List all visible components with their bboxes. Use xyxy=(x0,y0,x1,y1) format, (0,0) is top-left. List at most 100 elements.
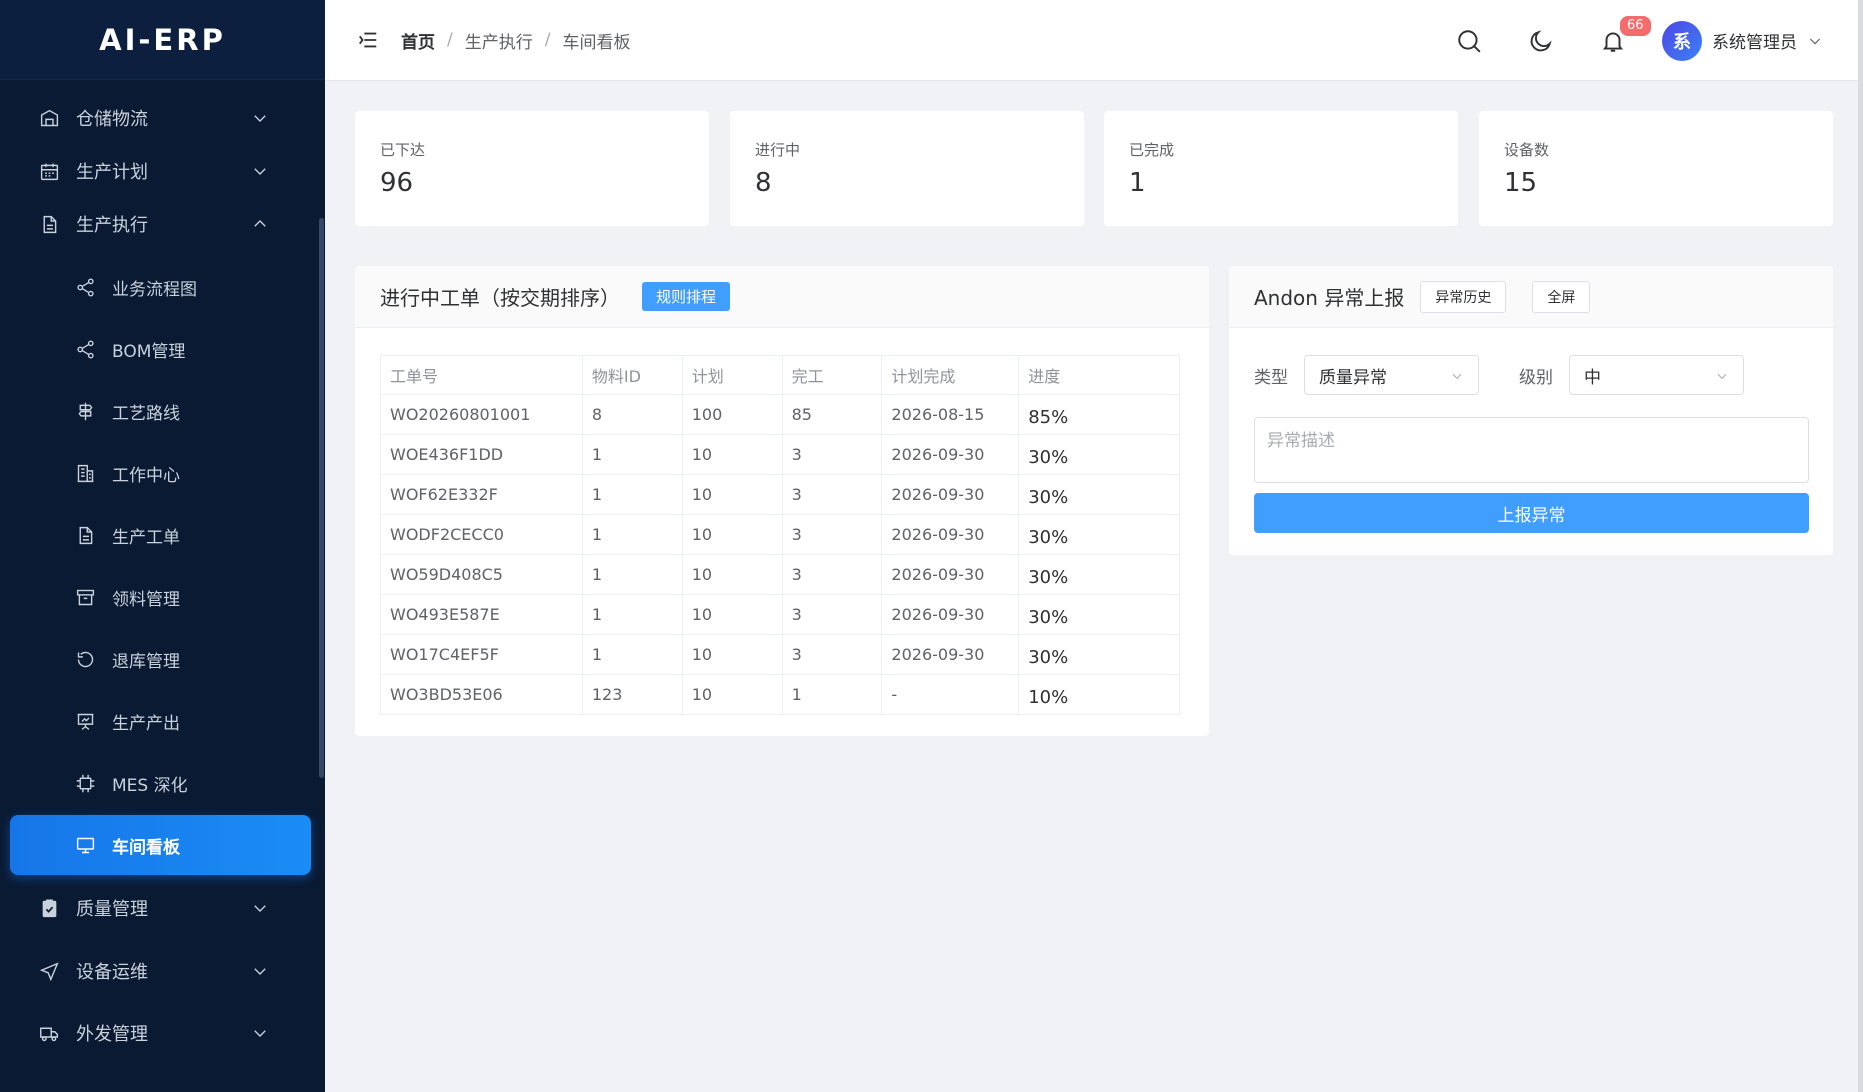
sidebar-item-label: 工作中心 xyxy=(112,465,180,486)
cell-planned-date: - xyxy=(881,674,1020,715)
sidebar-item-label: 生产产出 xyxy=(112,713,180,734)
cell-order-no: WO17C4EF5F xyxy=(380,634,583,675)
sidebar-item-label: 退库管理 xyxy=(112,651,180,672)
menu-fold-icon[interactable] xyxy=(357,29,379,51)
notification-badge: 66 xyxy=(1618,13,1653,38)
cell-planned: 10 xyxy=(681,474,783,515)
chevron-down-icon xyxy=(251,899,269,917)
sidebar-item-material-issue[interactable]: 领料管理 xyxy=(0,566,325,628)
work-orders-table: 工单号 物料ID 计划 完工 计划完成 进度 WO20260801001 8 1… xyxy=(380,355,1180,715)
sidebar-item-quality[interactable]: 质量管理 xyxy=(0,877,325,939)
sidebar-item-routing[interactable]: 工艺路线 xyxy=(0,380,325,442)
share-icon xyxy=(74,338,96,360)
stat-label: 已完成 xyxy=(1129,141,1175,159)
table-row[interactable]: WODF2CECC0 1 10 3 2026-09-30 30% xyxy=(380,514,1180,555)
cell-material-id: 8 xyxy=(581,394,683,435)
chevron-down-icon xyxy=(251,962,269,980)
cell-material-id: 1 xyxy=(581,474,683,515)
page-scrollbar[interactable] xyxy=(1858,0,1863,1092)
stat-card-completed: 已完成 1 xyxy=(1104,111,1458,226)
stat-value: 1 xyxy=(1129,168,1146,198)
cpu-icon xyxy=(74,772,96,794)
fullscreen-button[interactable]: 全屏 xyxy=(1532,280,1591,313)
cell-planned: 10 xyxy=(681,514,783,555)
table-row[interactable]: WOF62E332F 1 10 3 2026-09-30 30% xyxy=(380,474,1180,515)
sidebar-item-outsourcing[interactable]: 外发管理 xyxy=(0,1002,325,1064)
cell-order-no: WOE436F1DD xyxy=(380,434,583,475)
level-select[interactable]: 中 xyxy=(1569,355,1744,395)
type-label: 类型 xyxy=(1254,367,1288,388)
cell-planned: 10 xyxy=(681,634,783,675)
sidebar-item-label: 生产工单 xyxy=(112,527,180,548)
navigation-icon xyxy=(38,960,60,982)
rule-schedule-button[interactable]: 规则排程 xyxy=(642,282,731,311)
sidebar-item-label: 生产计划 xyxy=(76,162,148,183)
sidebar: AI-ERP 仓储物流 生产计划 生产执行 业务流程图 BOM管理 工艺路线 工… xyxy=(0,0,325,1092)
table-row[interactable]: WO493E587E 1 10 3 2026-09-30 30% xyxy=(380,594,1180,635)
column-header[interactable]: 进度 xyxy=(1018,355,1180,395)
sidebar-item-bom[interactable]: BOM管理 xyxy=(0,318,325,380)
sidebar-item-label: 工艺路线 xyxy=(112,403,180,424)
bell-icon[interactable]: 66 xyxy=(1600,13,1653,54)
breadcrumb-home[interactable]: 首页 xyxy=(401,28,435,53)
sidebar-item-work-center[interactable]: 工作中心 xyxy=(0,442,325,504)
cell-planned: 10 xyxy=(681,594,783,635)
table-row[interactable]: WOE436F1DD 1 10 3 2026-09-30 30% xyxy=(380,434,1180,475)
cell-planned-date: 2026-09-30 xyxy=(881,514,1020,555)
chevron-down-icon xyxy=(1450,368,1464,382)
sidebar-item-production-exec[interactable]: 生产执行 xyxy=(0,193,325,255)
sidebar-item-business-flow[interactable]: 业务流程图 xyxy=(0,256,325,318)
top-header: 首页 / 生产执行 / 车间看板 66 系 系统管理员 xyxy=(325,0,1863,81)
column-header[interactable]: 完工 xyxy=(781,355,883,395)
moon-icon[interactable] xyxy=(1528,28,1554,54)
table-row[interactable]: WO17C4EF5F 1 10 3 2026-09-30 30% xyxy=(380,634,1180,675)
presentation-icon xyxy=(74,710,96,732)
stat-value: 15 xyxy=(1504,168,1538,198)
cell-material-id: 1 xyxy=(581,514,683,555)
cell-planned: 10 xyxy=(681,674,783,715)
sidebar-item-return[interactable]: 退库管理 xyxy=(0,628,325,690)
table-row[interactable]: WO20260801001 8 100 85 2026-08-15 85% xyxy=(380,394,1180,435)
column-header[interactable]: 工单号 xyxy=(380,355,583,395)
monitor-icon xyxy=(74,834,96,856)
cell-material-id: 1 xyxy=(581,554,683,595)
cell-completed: 3 xyxy=(781,474,883,515)
stat-label: 设备数 xyxy=(1504,141,1550,159)
search-icon[interactable] xyxy=(1456,28,1482,54)
sidebar-item-output[interactable]: 生产产出 xyxy=(0,690,325,752)
cell-progress: 30% xyxy=(1018,514,1180,555)
chevron-up-icon xyxy=(251,215,269,233)
column-header[interactable]: 计划完成 xyxy=(881,355,1020,395)
level-select-value: 中 xyxy=(1584,367,1601,388)
sidebar-item-work-order[interactable]: 生产工单 xyxy=(0,504,325,566)
cell-progress: 30% xyxy=(1018,474,1180,515)
sidebar-scrollbar[interactable] xyxy=(319,218,324,778)
cell-material-id: 1 xyxy=(581,434,683,475)
report-exception-button[interactable]: 上报异常 xyxy=(1254,493,1809,533)
table-row[interactable]: WO3BD53E06 123 10 1 - 10% xyxy=(380,674,1180,715)
chevron-down-icon xyxy=(251,1024,269,1042)
cell-progress: 30% xyxy=(1018,594,1180,635)
exception-description-input[interactable]: 异常描述 xyxy=(1254,417,1809,483)
exception-history-button[interactable]: 异常历史 xyxy=(1420,280,1507,313)
chevron-down-icon[interactable] xyxy=(1807,33,1823,49)
cell-completed: 3 xyxy=(781,554,883,595)
sidebar-item-mes[interactable]: MES 深化 xyxy=(0,752,325,814)
breadcrumb-current: 车间看板 xyxy=(562,32,631,53)
type-select[interactable]: 质量异常 xyxy=(1304,355,1479,395)
table-row[interactable]: WO59D408C5 1 10 3 2026-09-30 30% xyxy=(380,554,1180,595)
stat-value: 8 xyxy=(755,168,772,198)
user-name[interactable]: 系统管理员 xyxy=(1712,28,1797,53)
sidebar-item-label: MES 深化 xyxy=(112,775,188,796)
cell-order-no: WO20260801001 xyxy=(380,394,583,435)
sidebar-item-equipment[interactable]: 设备运维 xyxy=(0,940,325,1002)
column-header[interactable]: 物料ID xyxy=(581,355,683,395)
breadcrumb-item[interactable]: 生产执行 xyxy=(465,28,533,53)
cell-progress: 30% xyxy=(1018,634,1180,675)
sidebar-item-label: 车间看板 xyxy=(112,837,180,858)
avatar[interactable]: 系 xyxy=(1662,20,1702,61)
column-header[interactable]: 计划 xyxy=(681,355,783,395)
cell-progress: 30% xyxy=(1018,554,1180,595)
sidebar-item-workshop-board[interactable]: 车间看板 xyxy=(10,815,311,875)
refresh-icon xyxy=(74,648,96,670)
